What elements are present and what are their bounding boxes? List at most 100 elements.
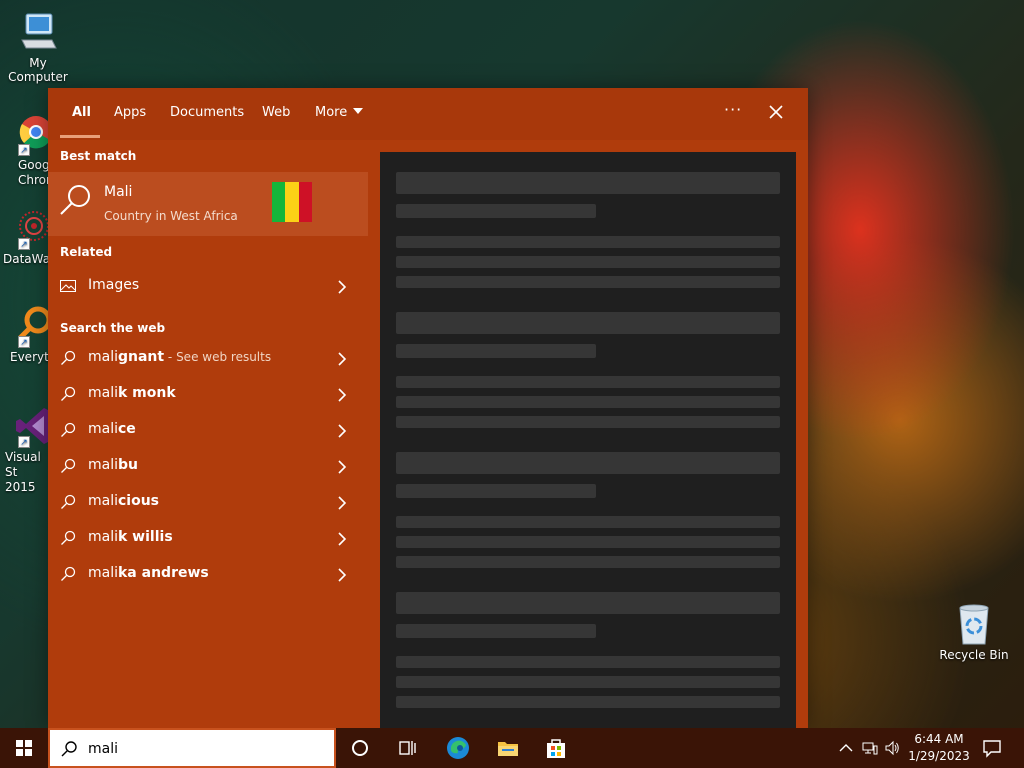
web-result-item[interactable]: malika andrews [48, 556, 368, 592]
loading-placeholder [396, 256, 780, 268]
cortana-icon [352, 740, 368, 756]
desktop-icon-chrome[interactable]: ↗ Goog Chron [0, 112, 54, 188]
web-result-label: malika andrews [88, 565, 209, 581]
cortana-button[interactable] [348, 736, 372, 760]
web-result-item[interactable]: malik willis [48, 520, 368, 556]
preview-pane [380, 152, 796, 728]
file-explorer-button[interactable] [496, 736, 520, 760]
chevron-up-icon [839, 744, 853, 752]
web-result-label: malignant - See web results [88, 349, 271, 365]
desktop-icon-my-computer[interactable]: My Computer [0, 10, 76, 84]
loading-placeholder [396, 696, 780, 708]
search-icon [60, 422, 76, 438]
loading-placeholder [396, 676, 780, 688]
best-match-subtitle: Country in West Africa [104, 209, 238, 223]
results-list: Best match Mali Country in West Africa R… [48, 140, 368, 728]
shortcut-arrow-icon: ↗ [18, 336, 30, 348]
notifications-button[interactable] [980, 736, 1004, 760]
typed-text: mali [88, 349, 118, 365]
folder-icon [498, 742, 518, 756]
loading-placeholder [396, 396, 780, 408]
tab-more[interactable]: More [315, 105, 364, 120]
typed-text: mali [88, 529, 118, 545]
web-result-label: malice [88, 421, 136, 437]
desktop-icon-everything[interactable]: ↗ Everyth [0, 304, 56, 364]
typed-text: mali [88, 457, 118, 473]
desktop-icon-label: My Computer [8, 56, 68, 84]
desktop-icon-visual-studio[interactable]: ↗ Visual St 2015 [0, 404, 54, 495]
chevron-right-icon [336, 279, 348, 294]
close-button[interactable] [764, 100, 788, 124]
mali-flag-icon [272, 182, 312, 222]
network-button[interactable] [862, 740, 878, 756]
search-icon [60, 386, 76, 402]
search-input[interactable]: mali [88, 741, 118, 757]
typed-text: mali [88, 565, 118, 581]
start-button[interactable] [0, 728, 48, 768]
loading-placeholder [396, 484, 596, 498]
typed-text: mali [88, 421, 118, 437]
web-result-item[interactable]: malignant - See web results [48, 340, 368, 376]
more-options-button[interactable]: ··· [724, 100, 742, 119]
loading-placeholder [396, 312, 780, 334]
loading-placeholder [396, 556, 780, 568]
web-result-item[interactable]: malik monk [48, 376, 368, 412]
chevron-right-icon [336, 495, 348, 510]
desktop-icon-recycle-bin[interactable]: Recycle Bin [936, 602, 1012, 662]
search-icon [58, 182, 94, 218]
tab-documents[interactable]: Documents [170, 105, 244, 120]
desktop-icon-datawag[interactable]: ↗ DataWag [0, 206, 58, 266]
loading-placeholder [396, 452, 780, 474]
flag-stripe-yellow [285, 182, 299, 222]
search-icon [60, 530, 76, 546]
web-result-label: malicious [88, 493, 159, 509]
web-results-hint: - See web results [164, 350, 272, 364]
clock[interactable]: 6:44 AM 1/29/2023 [898, 731, 980, 765]
chevron-down-icon [353, 108, 364, 114]
recycle-bin-icon [952, 602, 996, 646]
chevron-right-icon [336, 531, 348, 546]
loading-placeholder [396, 592, 780, 614]
clock-time: 6:44 AM [914, 732, 964, 746]
search-panel: All Apps Documents Web More ··· Best mat… [48, 88, 808, 728]
web-result-item[interactable]: malicious [48, 484, 368, 520]
desktop-icon-label: Goog Chron [18, 158, 54, 187]
suggested-text: bu [118, 457, 138, 473]
search-icon [60, 566, 76, 582]
edge-button[interactable] [446, 736, 470, 760]
web-result-label: malik monk [88, 385, 176, 401]
loading-placeholder [396, 536, 780, 548]
task-view-icon [399, 741, 416, 755]
store-icon [547, 739, 565, 758]
shortcut-arrow-icon: ↗ [18, 144, 30, 156]
tab-web[interactable]: Web [262, 105, 290, 120]
tab-apps[interactable]: Apps [114, 105, 146, 120]
best-match-item[interactable]: Mali Country in West Africa [48, 172, 368, 236]
web-result-item[interactable]: malibu [48, 448, 368, 484]
related-item-images[interactable]: Images [48, 268, 368, 304]
tab-all[interactable]: All [72, 105, 91, 120]
typed-text: mali [88, 385, 118, 401]
flag-stripe-red [298, 182, 312, 222]
loading-placeholder [396, 344, 596, 358]
task-view-button[interactable] [396, 736, 420, 760]
store-button[interactable] [544, 736, 568, 760]
taskbar-search-box[interactable]: mali [48, 728, 336, 768]
desktop-icon-label: Visual St 2015 [5, 450, 41, 494]
edge-icon [447, 737, 469, 759]
taskbar: mali 6:44 AM 1/29/2023 [0, 728, 1024, 768]
related-item-label: Images [88, 277, 140, 293]
web-result-item[interactable]: malice [48, 412, 368, 448]
computer-icon [16, 10, 60, 54]
suggested-text: gnant [118, 349, 165, 365]
show-hidden-icons-button[interactable] [838, 740, 854, 756]
suggested-text: ka andrews [118, 565, 209, 581]
flag-stripe-green [272, 182, 286, 222]
loading-placeholder [396, 376, 780, 388]
chevron-right-icon [336, 423, 348, 438]
search-icon [60, 350, 76, 366]
search-icon [60, 740, 78, 758]
close-icon [769, 105, 783, 119]
web-result-label: malik willis [88, 529, 173, 545]
suggested-text: k monk [118, 385, 176, 401]
